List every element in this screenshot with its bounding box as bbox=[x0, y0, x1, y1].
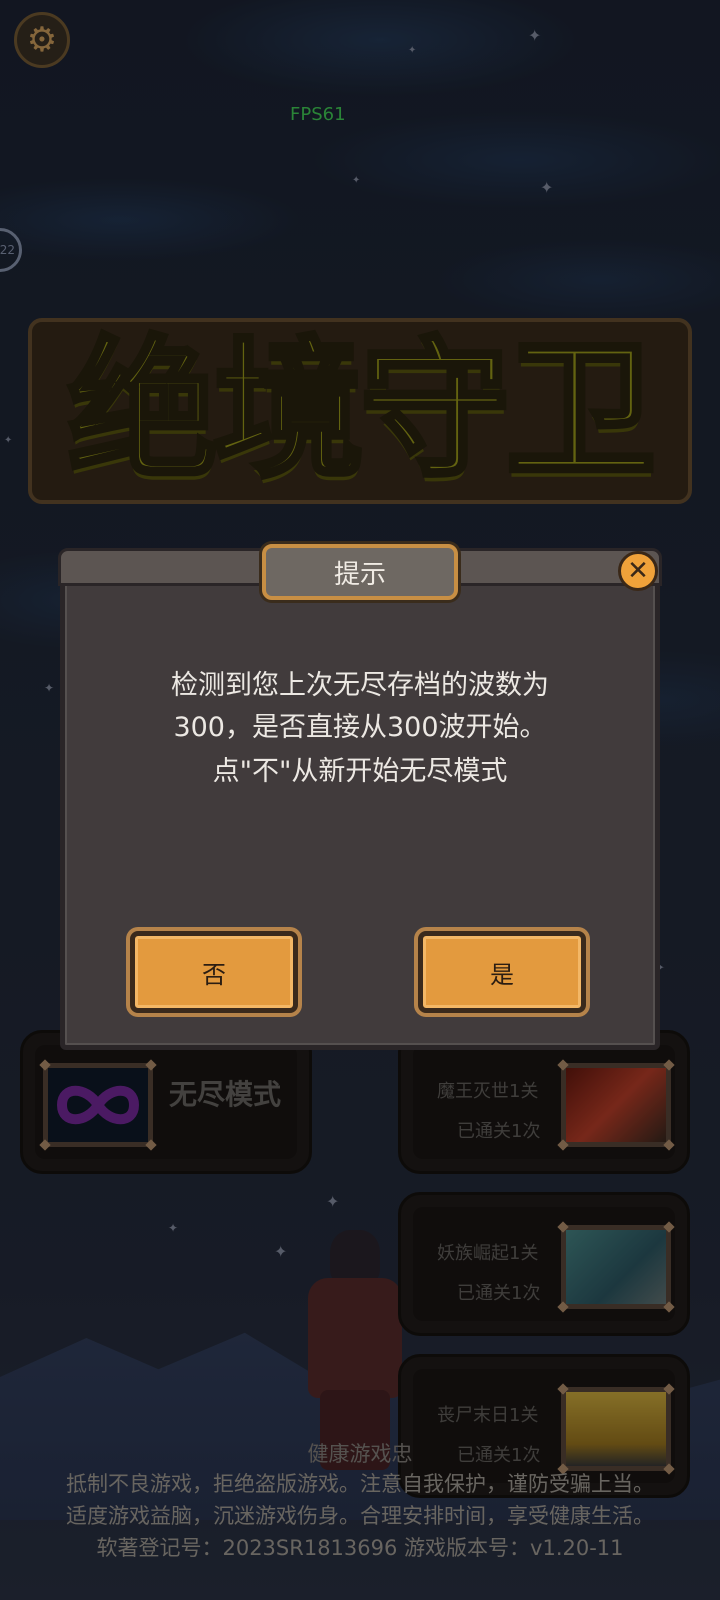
dialog-title: 提示 bbox=[262, 544, 458, 600]
no-button[interactable]: 否 bbox=[130, 931, 298, 1013]
close-button[interactable]: ✕ bbox=[618, 551, 658, 591]
dialog-message-line: 300，是否直接从300波开始。 bbox=[173, 712, 547, 743]
yes-button[interactable]: 是 bbox=[418, 931, 586, 1013]
dialog-message-line: 点"不"从新开始无尽模式 bbox=[212, 756, 508, 787]
dialog-message-line: 检测到您上次无尽存档的波数为 bbox=[171, 670, 549, 701]
close-icon: ✕ bbox=[627, 556, 649, 586]
